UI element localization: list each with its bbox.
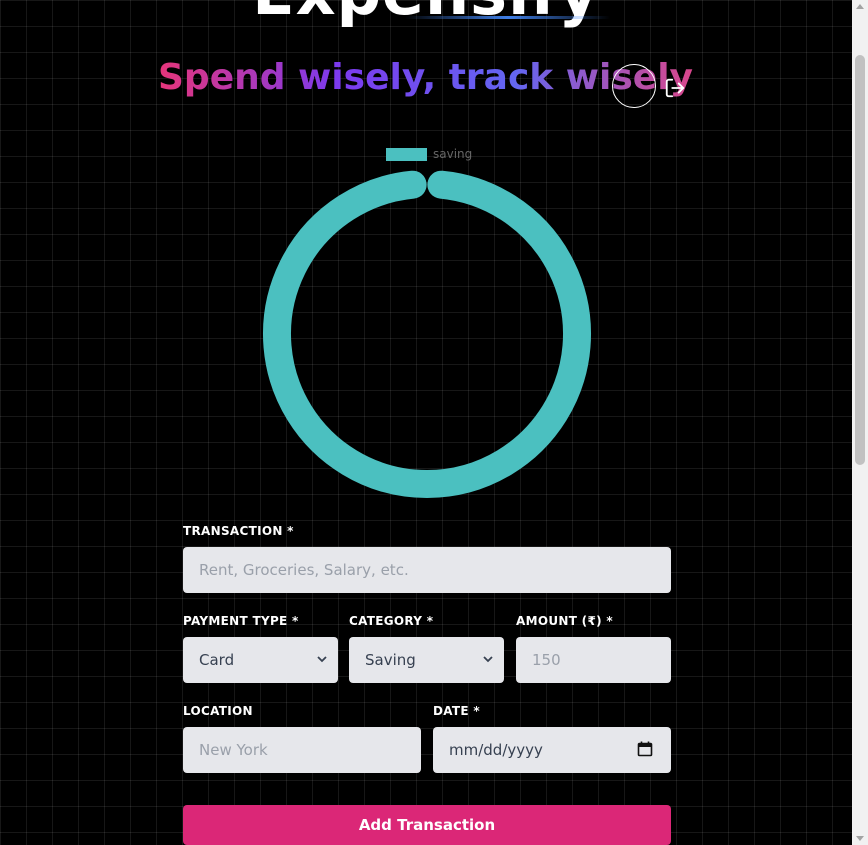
logout-icon[interactable] (664, 77, 686, 99)
amount-label: AMOUNT (₹) * (516, 614, 613, 628)
add-transaction-button[interactable]: Add Transaction (183, 805, 671, 845)
chevron-down-icon (483, 656, 493, 663)
transaction-input[interactable]: Rent, Groceries, Salary, etc. (183, 547, 671, 593)
app-title: Expensify (0, 0, 852, 24)
doughnut-slice-saving[interactable] (263, 170, 591, 498)
date-placeholder: mm/dd/yyyy (449, 741, 543, 759)
payment-type-value: Card (199, 651, 235, 669)
amount-input[interactable]: 150 (516, 637, 671, 683)
location-input[interactable]: New York (183, 727, 421, 773)
title-glow (405, 16, 610, 19)
scroll-up-arrow[interactable] (856, 4, 864, 9)
date-input[interactable]: mm/dd/yyyy (433, 727, 671, 773)
transaction-label: TRANSACTION * (183, 524, 294, 538)
calendar-icon[interactable] (637, 741, 653, 757)
category-value: Saving (365, 651, 416, 669)
legend-label-saving[interactable]: saving (433, 147, 472, 161)
legend-swatch-saving[interactable] (386, 148, 427, 161)
payment-type-label: PAYMENT TYPE * (183, 614, 299, 628)
chevron-down-icon (317, 656, 327, 663)
avatar[interactable] (612, 64, 656, 108)
date-label: DATE * (433, 704, 480, 718)
scrollbar[interactable] (852, 0, 868, 845)
location-label: LOCATION (183, 704, 253, 718)
chart-svg: saving (263, 147, 591, 498)
payment-type-select[interactable]: Card (183, 637, 338, 683)
category-label: CATEGORY * (349, 614, 434, 628)
doughnut-chart: saving (254, 140, 599, 509)
scroll-thumb[interactable] (855, 55, 865, 465)
scroll-down-arrow[interactable] (856, 836, 864, 841)
category-select[interactable]: Saving (349, 637, 504, 683)
